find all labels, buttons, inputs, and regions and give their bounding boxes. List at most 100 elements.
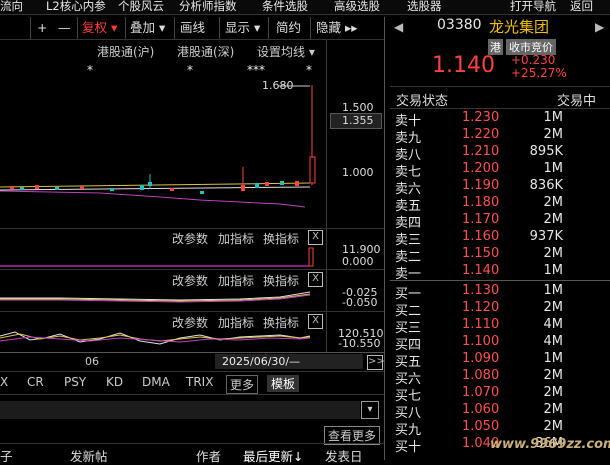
simple-button[interactable]: 简约 [276, 17, 301, 39]
new-post-button[interactable]: 发新帖 [70, 446, 108, 465]
menu-advanced-select[interactable]: 高级选股 [334, 0, 380, 14]
menu-l2[interactable]: L2核心内参 [46, 0, 106, 14]
tab-more[interactable]: 更多 [226, 375, 259, 394]
candlestick-chart[interactable] [0, 39, 326, 229]
tab-x[interactable]: X [0, 375, 8, 389]
ask-row[interactable]: 卖八 1.210 895K [395, 144, 605, 163]
hide-button[interactable]: 隐藏 ▸▸ [316, 17, 358, 39]
x-axis-label: 06 [85, 355, 99, 368]
publish-date-column[interactable]: 发表日 [325, 446, 363, 465]
level-price: 1.120 [462, 300, 500, 315]
level-price: 1.160 [462, 229, 500, 244]
ask-row[interactable]: 卖三 1.160 937K [395, 229, 605, 248]
collapse-icon[interactable]: ▾ [361, 401, 379, 419]
level-price: 1.140 [462, 263, 500, 278]
chevron-down-icon: ▾ [254, 20, 261, 35]
last-update-column[interactable]: 最后更新↓ [243, 446, 304, 465]
bid-row[interactable]: 买一 1.130 1M [395, 283, 605, 302]
level-volume: 2M [543, 127, 564, 142]
level-volume: 4M [543, 334, 564, 349]
level-volume: 1M [543, 351, 564, 366]
trade-state-label: 交易状态 [396, 94, 449, 109]
y-axis-label: 1.000 [342, 166, 374, 179]
divider [390, 280, 610, 281]
divider [174, 17, 175, 39]
author-column[interactable]: 作者 [196, 446, 221, 465]
ask-row[interactable]: 卖五 1.180 2M [395, 195, 605, 214]
bid-row[interactable]: 买二 1.120 2M [395, 300, 605, 319]
menu-back[interactable]: 返回 [570, 0, 593, 14]
tab-cr[interactable]: CR [27, 375, 44, 389]
close-icon[interactable]: X [308, 230, 323, 245]
bid-row[interactable]: 买七 1.070 2M [395, 385, 605, 404]
tab-template[interactable]: 模板 [267, 375, 300, 392]
y-axis-label: 1.355 [342, 114, 374, 127]
bid-row[interactable]: 买六 1.080 2M [395, 368, 605, 387]
level-price: 1.190 [462, 178, 500, 193]
top-menu-bar: 流向 L2核心内参 个股风云 分析师指数 条件选股 高级选股 选股器 打开导航 … [0, 0, 610, 15]
level-price: 1.100 [462, 334, 500, 349]
bid-row[interactable]: 买九 1.050 2M [395, 419, 605, 438]
level-price: 1.210 [462, 144, 500, 159]
menu-selector[interactable]: 选股器 [407, 0, 442, 14]
menu-stock-wind[interactable]: 个股风云 [118, 0, 164, 14]
level-price: 1.170 [462, 212, 500, 227]
level-label: 买十 [395, 440, 422, 455]
menu-analyst[interactable]: 分析师指数 [179, 0, 237, 14]
ask-row[interactable]: 卖二 1.150 2M [395, 246, 605, 265]
level-price: 1.080 [462, 368, 500, 383]
level-volume: 4M [543, 317, 564, 332]
draw-line-button[interactable]: 画线 [180, 17, 205, 39]
divider [125, 17, 126, 39]
last-price: 1.140 [432, 53, 495, 78]
level-price: 1.110 [462, 317, 500, 332]
ask-row[interactable]: 卖一 1.140 1M [395, 263, 605, 282]
ask-row[interactable]: 卖四 1.170 2M [395, 212, 605, 231]
bid-row[interactable]: 买三 1.110 4M [395, 317, 605, 336]
news-bar [0, 401, 360, 419]
menu-open-nav[interactable]: 打开导航 [510, 0, 556, 14]
ma-line [0, 186, 311, 191]
oscillator-chart[interactable] [0, 284, 326, 308]
bid-row[interactable]: 买四 1.100 4M [395, 334, 605, 353]
tab-dma[interactable]: DMA [142, 375, 170, 389]
display-button[interactable]: 显示 ▾ [225, 17, 260, 39]
display-label: 显示 [225, 20, 251, 35]
bid-row[interactable]: 买八 1.060 2M [395, 402, 605, 421]
ask-row[interactable]: 卖六 1.190 836K [395, 178, 605, 197]
divider [0, 371, 384, 372]
menu-condition-select[interactable]: 条件选股 [262, 0, 308, 14]
y-axis-line [326, 39, 327, 352]
y-axis-label: -10.550 [338, 337, 381, 350]
panel-divider [0, 311, 384, 312]
level-volume: 2M [543, 385, 564, 400]
divider [219, 17, 220, 39]
stock-name: 龙光集团 [489, 18, 550, 36]
divider [390, 108, 610, 109]
ask-row[interactable]: 卖十 1.230 1M [395, 110, 605, 129]
prev-stock-icon[interactable]: ◀ [394, 20, 403, 34]
cursor-date: 2025/06/30/— [222, 355, 301, 368]
volume-bar [308, 247, 314, 267]
level-price: 1.150 [462, 246, 500, 261]
overlay-button[interactable]: 叠加 ▾ [130, 17, 165, 39]
next-stock-icon[interactable]: ▶ [595, 20, 604, 34]
level-price: 1.090 [462, 351, 500, 366]
tab-trix[interactable]: TRIX [186, 375, 213, 389]
scroll-right-button[interactable]: >> [367, 355, 385, 370]
ask-row[interactable]: 卖七 1.200 1M [395, 161, 605, 180]
volume-chart[interactable] [0, 244, 326, 268]
level-volume: 836K [529, 178, 563, 193]
bid-row[interactable]: 买五 1.090 1M [395, 351, 605, 370]
tab-kd[interactable]: KD [106, 375, 123, 389]
fuquan-button[interactable]: 复权 ▾ [82, 17, 117, 39]
divider [77, 17, 78, 39]
left-column-label: 子 [0, 449, 13, 464]
zoom-in-button[interactable]: + [37, 17, 47, 39]
tab-psy[interactable]: PSY [64, 375, 86, 389]
momentum-chart[interactable] [0, 326, 326, 352]
ask-row[interactable]: 卖九 1.220 2M [395, 127, 605, 146]
menu-flow[interactable]: 流向 [0, 0, 23, 14]
zoom-out-button[interactable]: — [58, 17, 71, 39]
divider [390, 86, 610, 87]
